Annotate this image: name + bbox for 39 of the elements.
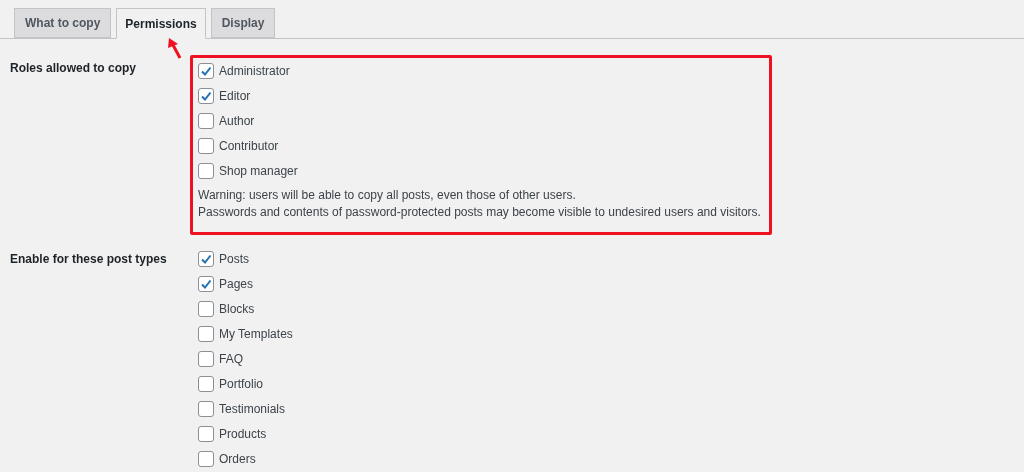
option-label: Shop manager bbox=[219, 162, 298, 180]
option-label: Administrator bbox=[219, 62, 290, 80]
option-label: Portfolio bbox=[219, 375, 264, 393]
tab[interactable]: Display bbox=[210, 8, 276, 38]
checkbox[interactable] bbox=[198, 62, 214, 79]
checkbox[interactable] bbox=[198, 112, 214, 129]
option-label: Testimonials bbox=[219, 400, 286, 418]
option-label: Contributor bbox=[219, 137, 279, 155]
option-label: Author bbox=[219, 112, 255, 130]
checkbox[interactable] bbox=[198, 275, 214, 292]
checkmark-icon bbox=[200, 277, 212, 290]
warning-text: Warning: users will be able to copy all posts, even those of other users. bbox=[198, 187, 577, 204]
option-label: Editor bbox=[219, 87, 251, 105]
checkbox[interactable] bbox=[198, 450, 214, 467]
option-label: Products bbox=[219, 425, 267, 443]
option-label: Pages bbox=[219, 275, 254, 293]
option-label: Orders bbox=[219, 450, 256, 468]
option-label: Blocks bbox=[219, 300, 255, 318]
checkbox[interactable] bbox=[198, 325, 214, 342]
tab[interactable]: What to copy bbox=[14, 8, 112, 38]
checkbox[interactable] bbox=[198, 250, 214, 267]
setting-label: Enable for these post types bbox=[10, 252, 167, 266]
setting-label: Roles allowed to copy bbox=[10, 61, 137, 75]
tab[interactable]: Permissions bbox=[116, 8, 206, 39]
checkbox[interactable] bbox=[198, 400, 214, 417]
checkmark-icon bbox=[200, 89, 212, 102]
checkbox[interactable] bbox=[198, 350, 214, 367]
checkbox[interactable] bbox=[198, 425, 214, 442]
checkbox[interactable] bbox=[198, 137, 214, 154]
option-label: My Templates bbox=[219, 325, 293, 343]
option-label: FAQ bbox=[219, 350, 243, 368]
warning-text: Passwords and contents of password-protected posts may become visible to undesired users and visitors. bbox=[198, 204, 762, 221]
checkbox[interactable] bbox=[198, 375, 214, 392]
option-label: Posts bbox=[219, 250, 249, 268]
checkbox[interactable] bbox=[198, 300, 214, 317]
checkmark-icon bbox=[200, 64, 212, 77]
checkbox[interactable] bbox=[198, 162, 214, 179]
checkbox[interactable] bbox=[198, 87, 214, 104]
checkmark-icon bbox=[200, 252, 212, 265]
